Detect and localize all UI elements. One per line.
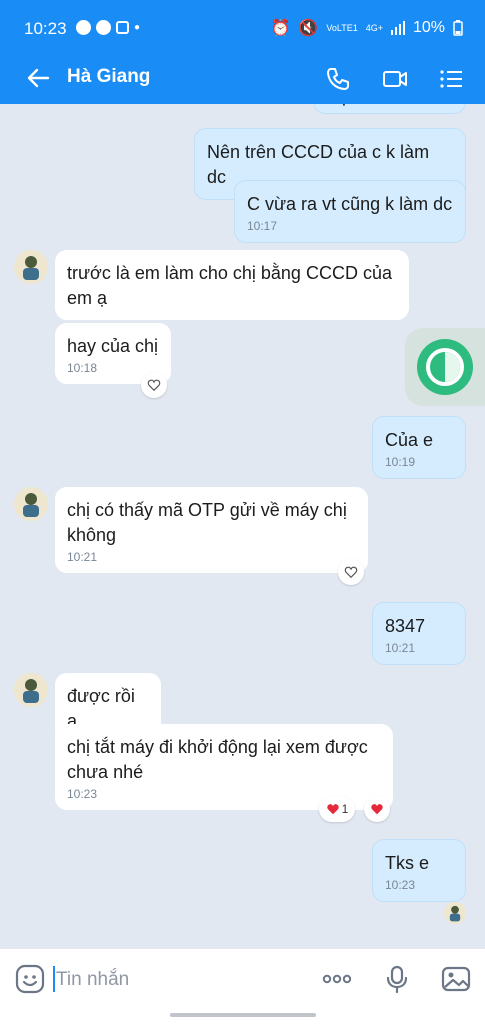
message-bubble-incoming[interactable]: chị có thấy mã OTP gửi về máy chị không …	[55, 487, 368, 573]
back-arrow-icon[interactable]	[24, 64, 52, 92]
avatar[interactable]	[14, 250, 48, 284]
app-bubble-icon	[417, 339, 473, 395]
message-time: 10:21	[385, 641, 416, 655]
react-button[interactable]	[364, 796, 390, 822]
message-bubble-outgoing[interactable]: 8347 10:21	[372, 602, 466, 665]
avatar[interactable]	[14, 673, 48, 707]
signal-icon	[390, 21, 405, 35]
heart-icon	[371, 804, 383, 815]
status-right: ⏰ 🔇 VoLTE1 4G+ 10%	[271, 18, 464, 38]
avatar[interactable]	[14, 487, 48, 521]
sticker-icon[interactable]	[14, 963, 46, 995]
message-time: 10:19	[385, 455, 416, 469]
message-text: C vừa ra vt cũng k làm dc	[247, 194, 453, 214]
alarm-icon: ⏰	[270, 20, 291, 37]
message-time: 10:17	[247, 219, 278, 233]
message-text: trước là em làm cho chị bằng CCCD của em…	[67, 263, 392, 308]
message-text: hay của chị	[67, 336, 159, 356]
voice-icon[interactable]	[381, 963, 413, 995]
video-icon[interactable]	[381, 65, 409, 93]
message-time: 10:21	[67, 550, 98, 564]
react-button[interactable]	[141, 372, 167, 398]
heart-outline-icon	[344, 566, 358, 579]
notification-icons: ●	[76, 20, 140, 35]
app-notification-icon	[96, 20, 111, 35]
volte-label: VoLTE1	[326, 22, 358, 33]
mute-icon: 🔇	[298, 20, 319, 37]
heart-outline-icon	[147, 379, 161, 392]
message-text: chị có thấy mã OTP gửi về máy chị không	[67, 500, 347, 545]
message-bubble-incoming[interactable]: trước là em làm cho chị bằng CCCD của em…	[55, 250, 409, 320]
network-type: 4G+	[365, 22, 383, 33]
messenger-icon	[76, 20, 91, 35]
heart-icon	[326, 804, 339, 815]
system-nav-bar	[0, 1010, 485, 1024]
message-input[interactable]: Tin nhắn	[56, 969, 129, 991]
message-text: Của e	[385, 430, 434, 450]
reaction-summary[interactable]: 1	[319, 796, 355, 822]
more-icon[interactable]	[321, 963, 353, 995]
chat-header-front: Hà Giang	[0, 52, 485, 104]
message-bubble-outgoing[interactable]: Của e 10:19	[372, 416, 466, 479]
floating-bubble-button[interactable]	[405, 328, 485, 406]
status-time: 10:23	[24, 19, 67, 38]
dot-icon: ●	[134, 22, 141, 33]
menu-icon[interactable]	[437, 65, 465, 93]
seen-avatar	[444, 902, 466, 924]
phone-icon[interactable]	[324, 65, 352, 93]
message-composer: Tin nhắn	[0, 948, 485, 1010]
image-icon[interactable]	[440, 963, 472, 995]
reaction-count: 1	[341, 802, 349, 816]
message-text: chị tắt máy đi khởi động lại xem được ch…	[67, 737, 368, 782]
home-indicator[interactable]	[170, 1013, 316, 1017]
message-bubble-outgoing[interactable]: C vừa ra vt cũng k làm dc 10:17	[234, 180, 466, 243]
message-bubble-outgoing[interactable]: Tks e 10:23	[372, 839, 466, 902]
text-caret	[53, 966, 55, 992]
message-text: Tks e	[385, 853, 430, 873]
battery-percent: 10%	[412, 19, 445, 36]
message-time: 10:18	[67, 361, 98, 375]
message-text: 8347	[385, 616, 426, 636]
react-button[interactable]	[338, 559, 364, 585]
contact-name[interactable]: Hà Giang	[67, 66, 150, 88]
status-bar: 10:23 ● ⏰ 🔇 VoLTE1 4G+ 10%	[0, 0, 485, 52]
app-notification-icon	[116, 21, 129, 34]
message-time: 10:23	[385, 878, 416, 892]
battery-icon	[453, 20, 463, 36]
